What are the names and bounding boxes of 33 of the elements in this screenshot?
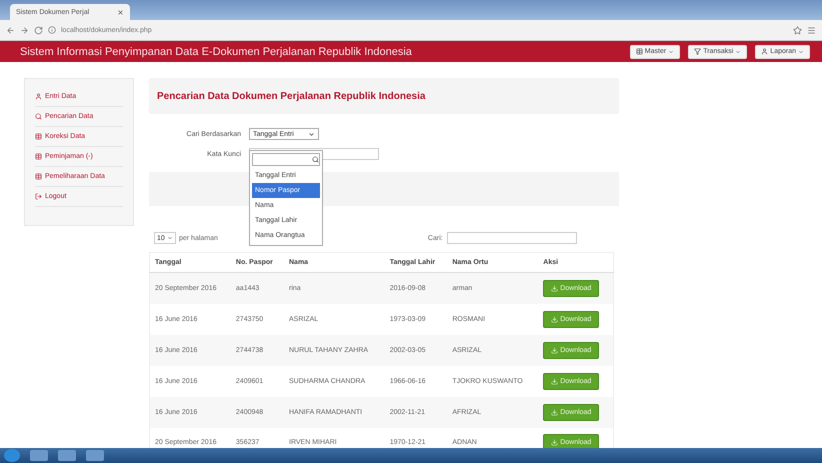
caret-icon bbox=[308, 130, 315, 138]
user-icon bbox=[35, 93, 42, 100]
table-icon bbox=[35, 153, 42, 160]
panel-title: Pencarian Data Dokumen Perjalanan Republik Indonesia bbox=[157, 90, 426, 102]
reload-icon[interactable] bbox=[34, 26, 43, 34]
forward-icon[interactable] bbox=[20, 26, 29, 34]
close-icon[interactable] bbox=[117, 8, 124, 16]
download-icon bbox=[551, 408, 558, 416]
back-icon[interactable] bbox=[6, 26, 15, 34]
search-icon bbox=[35, 113, 42, 120]
caret-icon bbox=[735, 48, 742, 54]
download-icon bbox=[551, 439, 558, 446]
site-title: Sistem Informasi Penyimpanan Data E-Dokumen Perjalanan Republik Indonesia bbox=[20, 46, 413, 58]
download-icon bbox=[551, 346, 558, 354]
search-icon bbox=[312, 156, 319, 163]
logout-icon bbox=[35, 193, 42, 200]
user-icon bbox=[761, 48, 768, 55]
start-button[interactable] bbox=[4, 449, 20, 462]
info-icon bbox=[48, 26, 56, 34]
menu-icon[interactable] bbox=[807, 26, 816, 34]
download-icon bbox=[551, 316, 558, 322]
star-icon[interactable] bbox=[793, 26, 802, 34]
table-icon bbox=[636, 48, 643, 55]
filter-icon bbox=[694, 48, 702, 55]
download-icon bbox=[551, 284, 558, 292]
table-icon bbox=[35, 173, 42, 180]
table-search-field[interactable] bbox=[446, 232, 577, 244]
table-icon bbox=[35, 133, 42, 140]
caret-icon bbox=[166, 235, 173, 241]
download-icon bbox=[551, 378, 558, 384]
caret-icon bbox=[668, 48, 674, 54]
caret-icon bbox=[798, 48, 804, 54]
dropdown-search-field[interactable] bbox=[252, 153, 320, 166]
